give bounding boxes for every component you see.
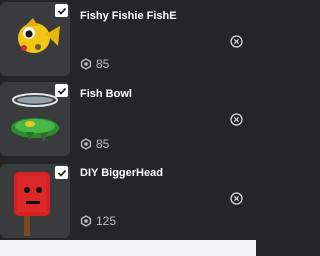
item-checkbox[interactable] xyxy=(55,84,68,97)
item-price: 85 xyxy=(80,137,109,151)
item-name: Fish Bowl xyxy=(80,88,132,100)
close-circle-icon xyxy=(230,113,243,126)
list-item: DIY BiggerHead 125 xyxy=(0,162,256,240)
remove-item-button[interactable] xyxy=(230,192,243,205)
item-price: 85 xyxy=(80,57,109,71)
selected-items-list: Fishy Fishie FishE 85 Fish Bowl 85 DIY B… xyxy=(0,0,256,240)
list-item: Fishy Fishie FishE 85 xyxy=(0,0,256,78)
checkmark-icon xyxy=(57,169,66,177)
item-price-value: 125 xyxy=(96,214,117,228)
close-circle-icon xyxy=(230,35,243,48)
item-name: Fishy Fishie FishE xyxy=(80,10,177,22)
item-thumbnail-biggerhead[interactable] xyxy=(0,164,70,238)
bottom-bar xyxy=(0,240,256,256)
list-item: Fish Bowl 85 xyxy=(0,80,256,158)
robux-icon xyxy=(80,215,92,227)
item-checkbox[interactable] xyxy=(55,166,68,179)
robux-icon xyxy=(80,58,92,70)
item-price-value: 85 xyxy=(96,57,110,71)
item-thumbnail-fishbowl[interactable] xyxy=(0,82,70,156)
item-price: 125 xyxy=(80,214,116,228)
remove-item-button[interactable] xyxy=(230,35,243,48)
item-name: DIY BiggerHead xyxy=(80,167,163,179)
checkmark-icon xyxy=(57,7,66,15)
checkmark-icon xyxy=(57,87,66,95)
item-thumbnail-fishy[interactable] xyxy=(0,2,70,76)
remove-item-button[interactable] xyxy=(230,113,243,126)
item-price-value: 85 xyxy=(96,137,110,151)
close-circle-icon xyxy=(230,192,243,205)
item-checkbox[interactable] xyxy=(55,4,68,17)
robux-icon xyxy=(80,138,92,150)
